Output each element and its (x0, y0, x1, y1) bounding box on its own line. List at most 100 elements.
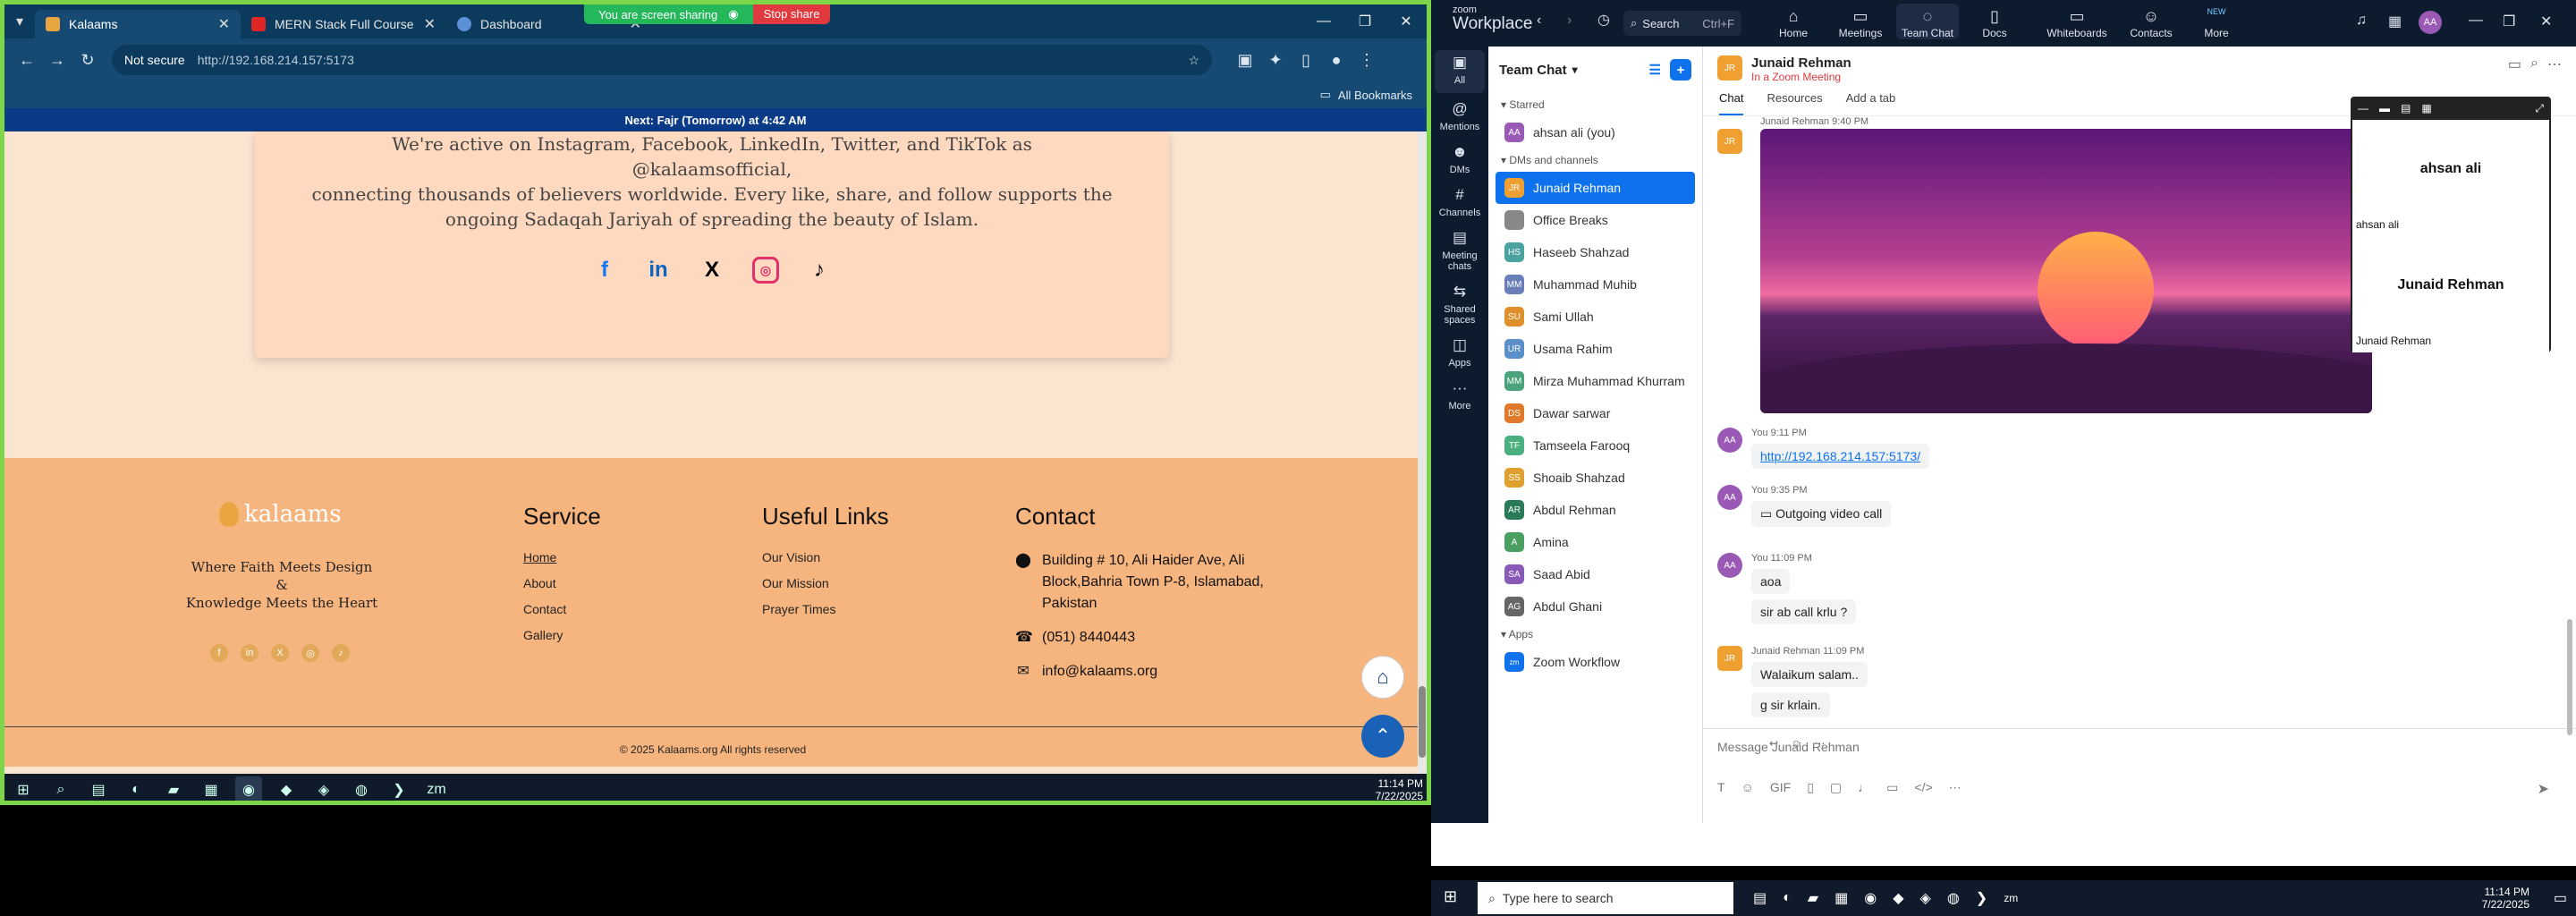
view-icon[interactable]: ▬ (2379, 102, 2390, 114)
tab-chat[interactable]: Chat (1719, 91, 1744, 115)
vscode-icon[interactable]: ❯ (1976, 889, 1987, 907)
zoom-icon[interactable]: zm (2004, 892, 2018, 904)
x-icon[interactable]: X (271, 644, 289, 662)
github-icon[interactable]: ◍ (1947, 889, 1960, 907)
list-item[interactable]: AG Abdul Ghani (1496, 590, 1695, 623)
list-item[interactable]: MM Muhammad Muhib (1496, 268, 1695, 301)
search-icon[interactable]: ⌕ (47, 776, 74, 802)
app-icon[interactable]: ◈ (1920, 889, 1931, 907)
zoom-icon[interactable]: zm (423, 776, 450, 802)
menu-icon[interactable]: ⋮ (1352, 51, 1382, 70)
nav-more[interactable]: NEW More (2185, 7, 2248, 39)
link-about[interactable]: About (523, 576, 601, 590)
minimize-icon[interactable]: — (2469, 13, 2483, 29)
link-contact[interactable]: Contact (523, 602, 601, 616)
minimize-icon[interactable]: — (2358, 102, 2368, 114)
github-icon[interactable]: ◍ (348, 776, 375, 802)
forward-icon[interactable]: › (1567, 13, 1572, 29)
video-icon[interactable]: ▭ (2508, 55, 2521, 82)
search-input[interactable]: ⌕ Search Ctrl+F (1623, 11, 1741, 36)
url-text[interactable]: http://192.168.214.157:5173 (198, 53, 354, 67)
filter-icon[interactable]: ☰ (1649, 62, 1661, 78)
puzzle-icon[interactable]: ✦ (1260, 51, 1291, 70)
linkedin-icon[interactable]: in (241, 644, 258, 662)
taskbar-search[interactable]: ⌕ Type here to search (1478, 882, 1733, 914)
list-item[interactable]: SS Shoaib Shahzad (1496, 462, 1695, 494)
ellipsis-icon[interactable]: ⋯ (2547, 55, 2562, 82)
mic-icon[interactable]: ♩ (1858, 780, 1870, 795)
facebook-icon[interactable]: f (591, 257, 618, 284)
linkedin-icon[interactable]: in (645, 257, 672, 284)
gif-icon[interactable]: GIF (1770, 780, 1791, 795)
nav-contacts[interactable]: ☺ Contacts (2120, 7, 2182, 39)
list-item[interactable]: DS Dawar sarwar (1496, 397, 1695, 429)
group-dms[interactable]: ▾ DMs and channels (1488, 148, 1702, 172)
nav-whiteboards[interactable]: ▭ Whiteboards (2041, 7, 2113, 39)
rail-more[interactable]: ··· More (1431, 376, 1488, 419)
nav-meetings[interactable]: ▭ Meetings (1829, 7, 1892, 39)
back-icon[interactable]: ‹ (1537, 13, 1541, 29)
link-prayer-times[interactable]: Prayer Times (762, 602, 889, 616)
url-bar[interactable]: Not secure http://192.168.214.157:5173 ☆ (112, 45, 1212, 75)
link-gallery[interactable]: Gallery (523, 628, 601, 642)
format-icon[interactable]: T (1717, 780, 1725, 795)
rail-dms[interactable]: ☻ DMs (1431, 140, 1488, 182)
list-item[interactable]: TF Tamseela Farooq (1496, 429, 1695, 462)
grid-icon[interactable]: ▦ (2421, 102, 2431, 114)
tab-add[interactable]: Add a tab (1846, 91, 1896, 115)
reload-icon[interactable]: ↻ (72, 51, 103, 70)
task-view-icon[interactable]: ▤ (1753, 889, 1767, 907)
calendar-icon[interactable]: ▦ (2388, 13, 2402, 30)
link-our-mission[interactable]: Our Mission (762, 576, 889, 590)
participant-tile[interactable]: ahsan ali ahsan ali (2352, 120, 2549, 236)
edge-icon[interactable]: ◐ (123, 776, 149, 802)
list-title[interactable]: Team Chat (1499, 63, 1567, 78)
nav-team-chat[interactable]: ◌ Team Chat (1896, 4, 1959, 39)
list-item[interactable]: AA ahsan ali (you) (1496, 116, 1695, 148)
minimize-icon[interactable]: — (1303, 4, 1344, 38)
rail-all[interactable]: ▣ All (1435, 50, 1485, 93)
app-icon[interactable]: ◆ (1893, 889, 1903, 907)
facebook-icon[interactable]: f (210, 644, 228, 662)
back-icon[interactable]: ← (12, 51, 42, 70)
windows-start-icon[interactable]: ⊞ (1444, 887, 1457, 906)
rail-meeting-chats[interactable]: ▤ Meeting chats (1431, 225, 1488, 279)
list-item[interactable]: A Amina (1496, 526, 1695, 558)
forward-icon[interactable]: → (42, 51, 72, 70)
list-item[interactable]: AR Abdul Rehman (1496, 494, 1695, 526)
rail-shared-spaces[interactable]: ⇆ Shared spaces (1431, 279, 1488, 333)
close-icon[interactable]: ✕ (424, 15, 436, 33)
x-icon[interactable]: X (699, 257, 725, 284)
new-chat-button[interactable]: + (1670, 59, 1691, 81)
star-icon[interactable]: ☆ (1188, 53, 1199, 68)
file-icon[interactable]: ▯ (1807, 780, 1814, 795)
windows-start-icon[interactable]: ⊞ (10, 776, 37, 802)
tab-search-icon[interactable]: ▾ (4, 7, 35, 36)
call-bubble[interactable]: ▭ Outgoing video call (1751, 501, 1892, 527)
stop-share-button[interactable]: Stop share (752, 4, 831, 24)
all-bookmarks-link[interactable]: All Bookmarks (1338, 89, 1412, 102)
maximize-icon[interactable]: ❐ (1344, 4, 1385, 38)
group-starred[interactable]: ▾ Starred (1488, 93, 1702, 116)
file-explorer-icon[interactable]: ▰ (160, 776, 187, 802)
app-icon[interactable]: ◈ (310, 776, 337, 802)
vscode-icon[interactable]: ❯ (386, 776, 412, 802)
page-scrollbar[interactable] (1418, 131, 1427, 774)
rail-mentions[interactable]: @ Mentions (1431, 97, 1488, 140)
store-icon[interactable]: ▦ (1835, 889, 1848, 907)
link-home[interactable]: Home (523, 550, 601, 564)
search-icon[interactable]: ⌕ (2530, 55, 2538, 82)
list-item[interactable]: HS Haseeb Shahzad (1496, 236, 1695, 268)
rail-channels[interactable]: # Channels (1431, 182, 1488, 225)
store-icon[interactable]: ▦ (198, 776, 225, 802)
bell-icon[interactable]: ♫ (2356, 13, 2367, 29)
notification-icon[interactable]: ▭ (2554, 889, 2567, 907)
scrollbar-thumb[interactable] (1419, 686, 1426, 758)
list-item[interactable]: Office Breaks (1496, 204, 1695, 236)
edge-icon[interactable]: ◐ (1783, 890, 1792, 906)
chevron-down-icon[interactable]: ▾ (1572, 64, 1578, 76)
extension-icon[interactable]: ▣ (1230, 51, 1260, 70)
nav-home[interactable]: ⌂ Home (1762, 7, 1825, 39)
tiktok-icon[interactable]: ♪ (332, 644, 350, 662)
close-window-icon[interactable]: ✕ (2540, 13, 2552, 30)
